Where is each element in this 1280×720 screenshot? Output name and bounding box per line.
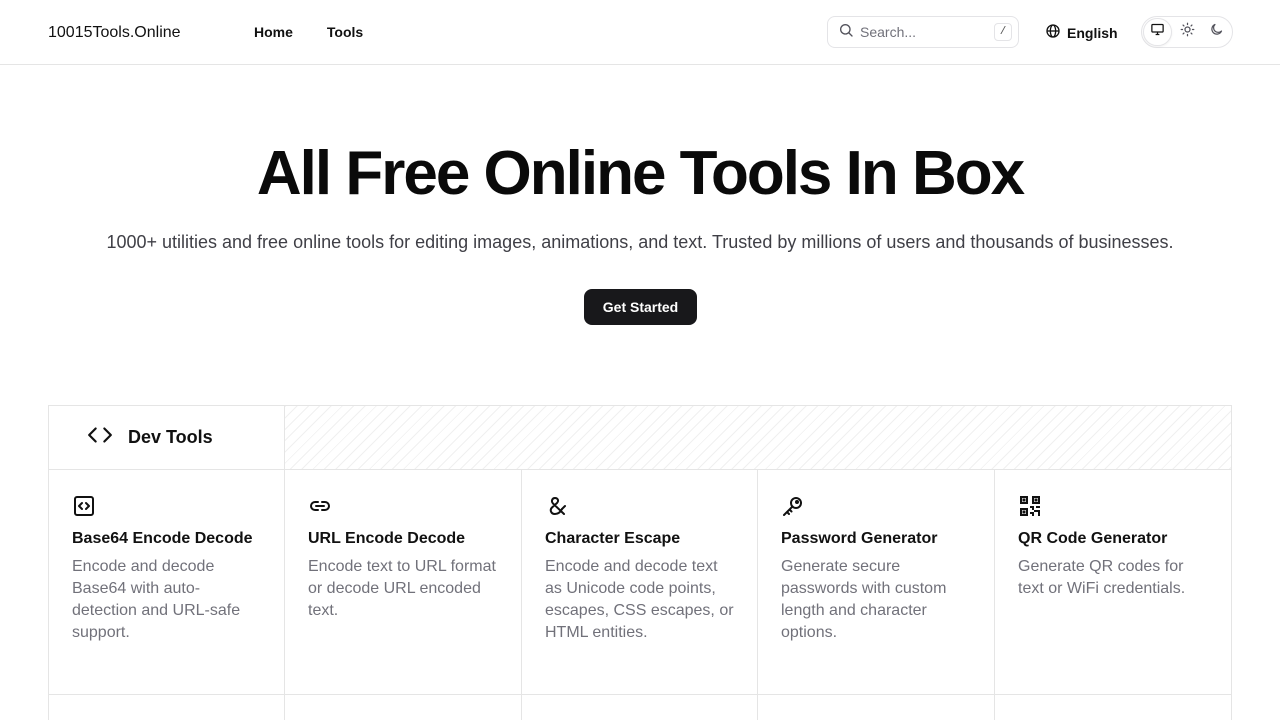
search-box[interactable]: / (827, 16, 1019, 48)
qr-code-icon (1018, 494, 1042, 518)
theme-switcher (1141, 16, 1233, 48)
nav-home[interactable]: Home (254, 24, 293, 40)
language-label: English (1067, 24, 1118, 41)
tool-title: Base64 Encode Decode (72, 530, 253, 547)
tool-description: Encode and decode Base64 with auto-detec… (72, 558, 241, 641)
code-icon (87, 422, 113, 453)
search-input[interactable] (860, 24, 990, 40)
hero-subtitle: 1000+ utilities and free online tools fo… (106, 232, 1174, 252)
tool-card-url-encode[interactable]: URL Encode Decode Encode text to URL for… (285, 470, 522, 695)
tool-description: Generate secure passwords with custom le… (781, 558, 947, 641)
sun-icon (1180, 22, 1195, 42)
tool-card-password-generator[interactable]: Password Generator Generate secure passw… (758, 470, 995, 695)
ampersand-icon (545, 494, 569, 518)
tool-card-character-escape[interactable]: Character Escape Encode and decode text … (522, 470, 758, 695)
theme-system-button[interactable] (1143, 18, 1173, 46)
main-nav: Home Tools (254, 24, 363, 40)
tool-card-row2[interactable] (49, 695, 285, 720)
tool-card-row2[interactable] (758, 695, 995, 720)
link-icon (308, 494, 332, 518)
get-started-button[interactable]: Get Started (584, 289, 697, 325)
language-selector[interactable]: English (1045, 23, 1118, 42)
search-shortcut-key: / (994, 23, 1012, 41)
top-header: 10015Tools.Online Home Tools / English (0, 0, 1280, 65)
theme-light-button[interactable] (1172, 18, 1201, 46)
monitor-icon (1150, 22, 1165, 42)
tool-description: Encode text to URL format or decode URL … (308, 558, 496, 619)
tool-description: Generate QR codes for text or WiFi crede… (1018, 558, 1186, 597)
code-square-icon (72, 494, 96, 518)
category-title: Dev Tools (128, 427, 213, 447)
nav-tools[interactable]: Tools (327, 24, 363, 40)
tool-card-row2[interactable] (522, 695, 758, 720)
tool-title: URL Encode Decode (308, 530, 466, 547)
theme-dark-button[interactable] (1202, 18, 1231, 46)
category-header-pattern (285, 406, 1231, 470)
search-icon (838, 22, 854, 43)
tool-title: Password Generator (781, 530, 938, 547)
tools-grid: Dev Tools Base64 Encode Decode Encode an… (48, 405, 1232, 720)
tool-card-row2[interactable] (285, 695, 522, 720)
key-icon (781, 494, 805, 518)
tool-card-row2[interactable] (995, 695, 1231, 720)
tool-card-qr-code-generator[interactable]: QR Code Generator Generate QR codes for … (995, 470, 1231, 695)
globe-icon (1045, 23, 1061, 42)
site-brand[interactable]: 10015Tools.Online (48, 24, 181, 42)
moon-icon (1209, 22, 1224, 42)
tool-description: Encode and decode text as Unicode code p… (545, 558, 734, 641)
tool-title: QR Code Generator (1018, 530, 1168, 547)
tool-card-base64[interactable]: Base64 Encode Decode Encode and decode B… (49, 470, 285, 695)
hero-title: All Free Online Tools In Box (256, 139, 1025, 208)
category-header: Dev Tools (49, 406, 285, 470)
tool-title: Character Escape (545, 530, 681, 547)
